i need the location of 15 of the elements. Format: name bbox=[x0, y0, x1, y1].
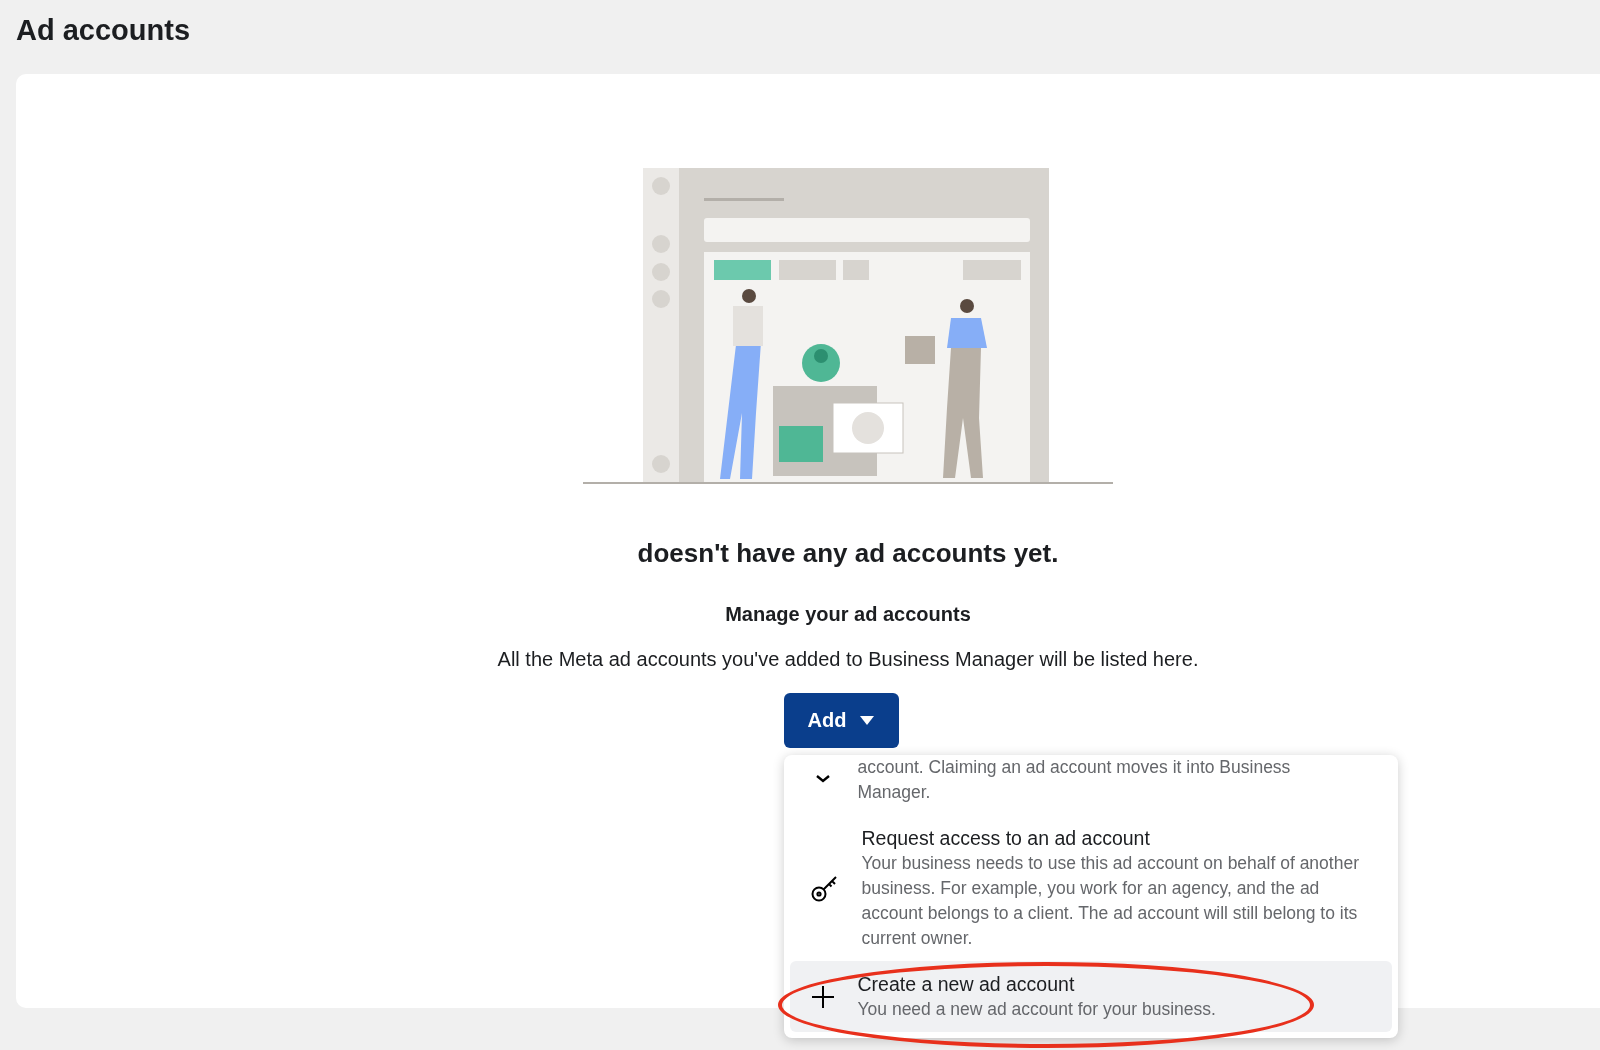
add-button[interactable]: Add bbox=[783, 693, 899, 748]
caret-icon bbox=[860, 716, 875, 725]
page-title: Ad accounts bbox=[15, 13, 192, 48]
menu-item-description: You need a new ad account for your business. bbox=[857, 998, 1216, 1021]
empty-state-subtitle: Manage your ad accounts bbox=[725, 603, 971, 626]
key-icon bbox=[809, 873, 840, 903]
plus-icon bbox=[809, 983, 836, 1010]
menu-item-title: Create a new ad account bbox=[857, 972, 1076, 997]
empty-state-headline: doesn't have any ad accounts yet. bbox=[637, 538, 1059, 569]
menu-item-description: Your business needs to use this ad account on behalf of another business. For example, you work for an agency, and the ad account belongs to a client. The ad account will still belong to its current owner. bbox=[861, 852, 1360, 950]
empty-state-description: All the Meta ad accounts you've added to Business Manager will be listed here. bbox=[497, 648, 1199, 671]
menu-item[interactable]: account. Claiming an ad account moves it into Business Manager. bbox=[789, 755, 1392, 815]
menu-item-title: Request access to an ad account bbox=[861, 826, 1151, 851]
menu-item[interactable]: Create a new ad account You need a new ad account for your business. bbox=[789, 961, 1392, 1032]
menu-item-description: account. Claiming an ad account moves it into Business Manager. bbox=[857, 756, 1292, 804]
